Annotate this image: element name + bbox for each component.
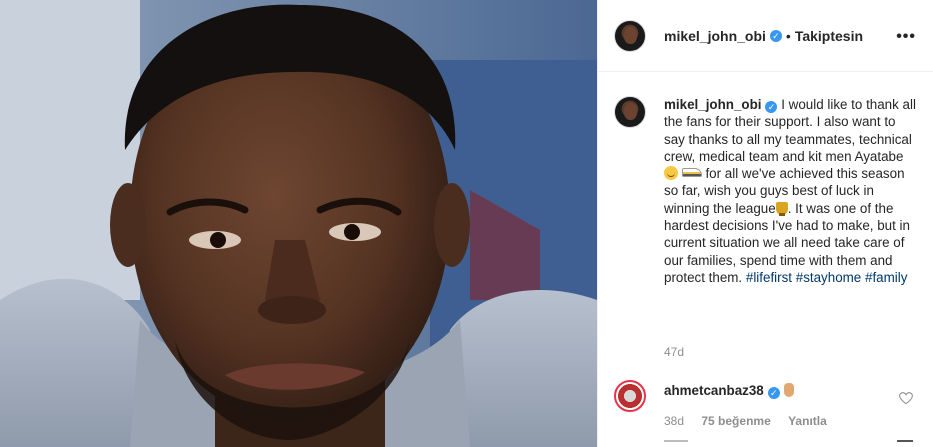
caption-text: mikel_john_obi ✓ I would like to thank al… <box>664 96 920 286</box>
verified-badge-icon: ✓ <box>769 29 782 42</box>
hashtag-stayhome[interactable]: #stayhome <box>796 270 862 285</box>
post-photo[interactable] <box>0 0 597 447</box>
post-header: mikel_john_obi ✓ • Takiptesin ••• <box>598 0 933 72</box>
author-avatar[interactable] <box>614 19 646 52</box>
hashtag-lifefirst[interactable]: #lifefirst <box>746 270 792 285</box>
trophy-emoji-icon <box>775 201 788 216</box>
author-username[interactable]: mikel_john_obi <box>664 28 766 44</box>
commenter-username[interactable]: ahmetcanbaz38 <box>664 383 764 398</box>
comment-line: ahmetcanbaz38 ✓ <box>664 380 841 400</box>
comment-item: ahmetcanbaz38 ✓ 38d 75 beğenme Yanıtla <box>614 380 920 428</box>
view-replies-line[interactable] <box>664 440 688 442</box>
comment-body: ahmetcanbaz38 ✓ 38d 75 beğenme Yanıtla <box>664 380 841 428</box>
separator-dot: • <box>785 27 791 44</box>
football-boot-emoji-icon <box>681 168 702 178</box>
more-options-icon[interactable]: ••• <box>896 28 916 46</box>
caption-verified-badge-icon: ✓ <box>765 101 778 113</box>
like-comment-heart-icon[interactable] <box>899 392 913 405</box>
commenter-avatar[interactable] <box>614 380 646 412</box>
comment-timestamp[interactable]: 38d <box>664 414 684 428</box>
caption-timestamp[interactable]: 47d <box>664 345 684 359</box>
comment-meta: 38d 75 beğenme Yanıtla <box>664 414 841 428</box>
caption-username[interactable]: mikel_john_obi <box>664 97 761 112</box>
reply-button[interactable]: Yanıtla <box>788 414 827 428</box>
post-photo-image <box>0 0 597 447</box>
follow-status-button[interactable]: Takiptesin <box>795 28 863 44</box>
scroll-indicator <box>897 440 913 442</box>
hashtag-family[interactable]: #family <box>865 270 907 285</box>
smile-emoji-icon <box>664 166 678 181</box>
caption-author-avatar[interactable] <box>614 96 646 128</box>
comment-likes-count[interactable]: 75 beğenme <box>701 414 770 428</box>
post-caption: mikel_john_obi ✓ I would like to thank al… <box>614 96 920 286</box>
post-side-panel: mikel_john_obi ✓ • Takiptesin ••• mikel_… <box>597 0 933 447</box>
crossed-fingers-emoji-icon <box>783 383 794 397</box>
commenter-verified-badge-icon: ✓ <box>767 387 780 399</box>
